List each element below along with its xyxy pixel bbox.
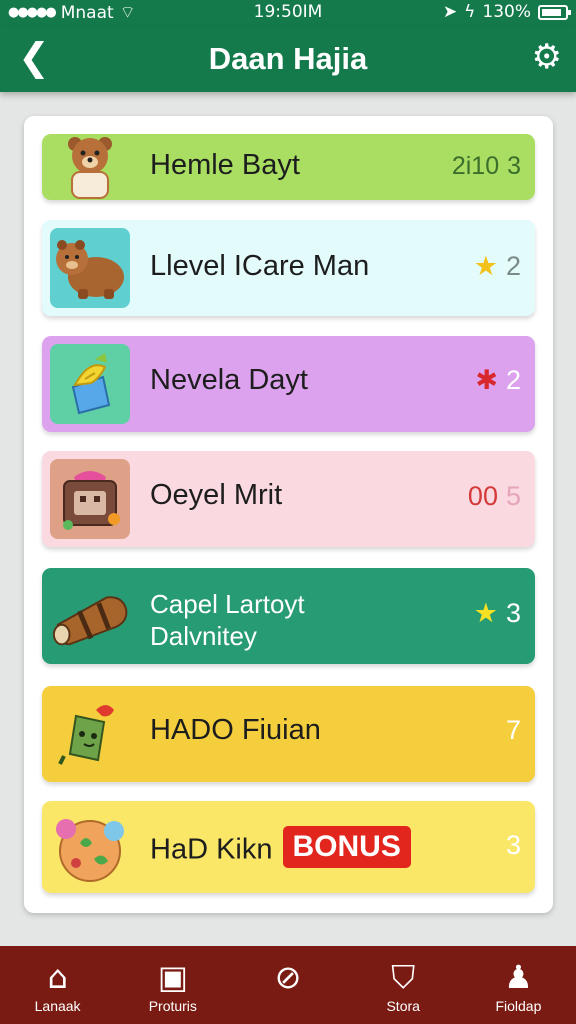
location-icon: ➤ [442,2,458,22]
compass-icon: ⊘ [274,958,302,996]
nav-label: Stora [386,998,420,1014]
nav-label: Fioldap [495,998,542,1014]
row-value-primary: 2 [505,365,521,395]
star-icon: ★ [473,598,498,628]
battery-fill [542,8,561,16]
person-icon: ♟ [504,958,533,996]
page-title: Daan Hajia [208,41,368,76]
row-label: Oeyel Mrit [150,479,283,511]
battery-icon [538,4,571,20]
row-label-line2: Dalvnitey [150,621,257,651]
row-value: ✱ 2 [475,365,521,396]
row-value: ★ 3 [474,598,521,629]
star-icon: ★ [473,251,498,281]
row-value-primary: 2 [505,251,521,281]
nav-item-fioldap[interactable]: ♟ Fioldap [461,946,576,1024]
nav-label: Proturis [148,998,197,1014]
row-value-secondary: 3 [507,152,521,180]
list-item-hemle-bayt[interactable]: Hemle Bayt 2i10 3 [42,134,535,200]
app-bar: ❮ Daan Hajia ⚙ [0,26,576,92]
shield-icon: ⛉ [391,958,416,996]
gear-icon[interactable]: ⚙ [532,38,562,76]
bear-icon [50,127,130,207]
row-label: Nevela Dayt [150,364,308,396]
row-label: HADO Fiuian [150,714,321,746]
row-value-primary: 7 [505,715,521,745]
row-value: 3 [506,830,521,861]
row-label-line1: Capel Lartoyt [150,589,305,619]
row-value-primary: 2i10 [451,152,500,180]
row-value: 00 5 [468,481,521,512]
flower-bowl-icon [50,807,130,887]
row-value: ★ 2 [474,251,521,282]
row-value-primary: 3 [505,830,521,860]
status-bar: ●●●●● Mnaat ⌔ 19:50IM ➤ ϟ 130% [0,0,576,26]
row-value-primary: 3 [505,598,521,628]
list-item-oeyel-mrit[interactable]: Oeyel Mrit 00 5 [42,451,535,547]
list-item-nevela-dayt[interactable]: Nevela Dayt ✱ 2 [42,336,535,432]
nav-label: Lanaak [34,998,81,1014]
bottom-nav: ⌂ Lanaak ▣ Proturis ⊘ ⛉ Stora ♟ Fioldap [0,946,576,1024]
bear-icon [50,228,130,308]
status-right: ➤ ϟ 130% [442,2,571,22]
list-item-llevel-icare-man[interactable]: Llevel ICare Man ★ 2 [42,220,535,316]
row-value-secondary: 5 [505,481,521,511]
charging-icon: ϟ [464,2,476,22]
list-item-had-kikn[interactable]: HaD Kikn BONUS 3 [42,801,535,893]
list-item-hado-fiuian[interactable]: HADO Fiuian 7 [42,686,535,782]
row-label-text: HaD Kikn [150,833,273,866]
row-value-primary: 00 [467,481,498,511]
gift-bag-icon [50,344,130,424]
bonus-badge: BONUS [282,826,411,868]
row-value: 7 [506,715,521,746]
row-label: HaD Kikn BONUS [150,826,411,872]
cactus-icon [50,694,130,774]
window-icon: ▣ [157,958,188,996]
nav-item-proturis[interactable]: ▣ Proturis [115,946,230,1024]
row-label: Hemle Bayt [150,149,300,181]
nav-item-compass[interactable]: ⊘ [230,946,345,1024]
star-icon: ✱ [475,365,498,395]
home-icon: ⌂ [47,958,68,996]
nav-item-lanaak[interactable]: ⌂ Lanaak [0,946,115,1024]
battery-percent: 130% [482,2,531,22]
treasure-box-icon [50,459,130,539]
row-label: Capel Lartoyt Dalvnitey [150,588,305,652]
log-icon [50,576,130,656]
list-item-capel-lartoyt[interactable]: Capel Lartoyt Dalvnitey ★ 3 [42,568,535,664]
nav-item-stora[interactable]: ⛉ Stora [346,946,461,1024]
row-label: Llevel ICare Man [150,250,370,282]
row-value: 2i10 3 [452,152,521,181]
